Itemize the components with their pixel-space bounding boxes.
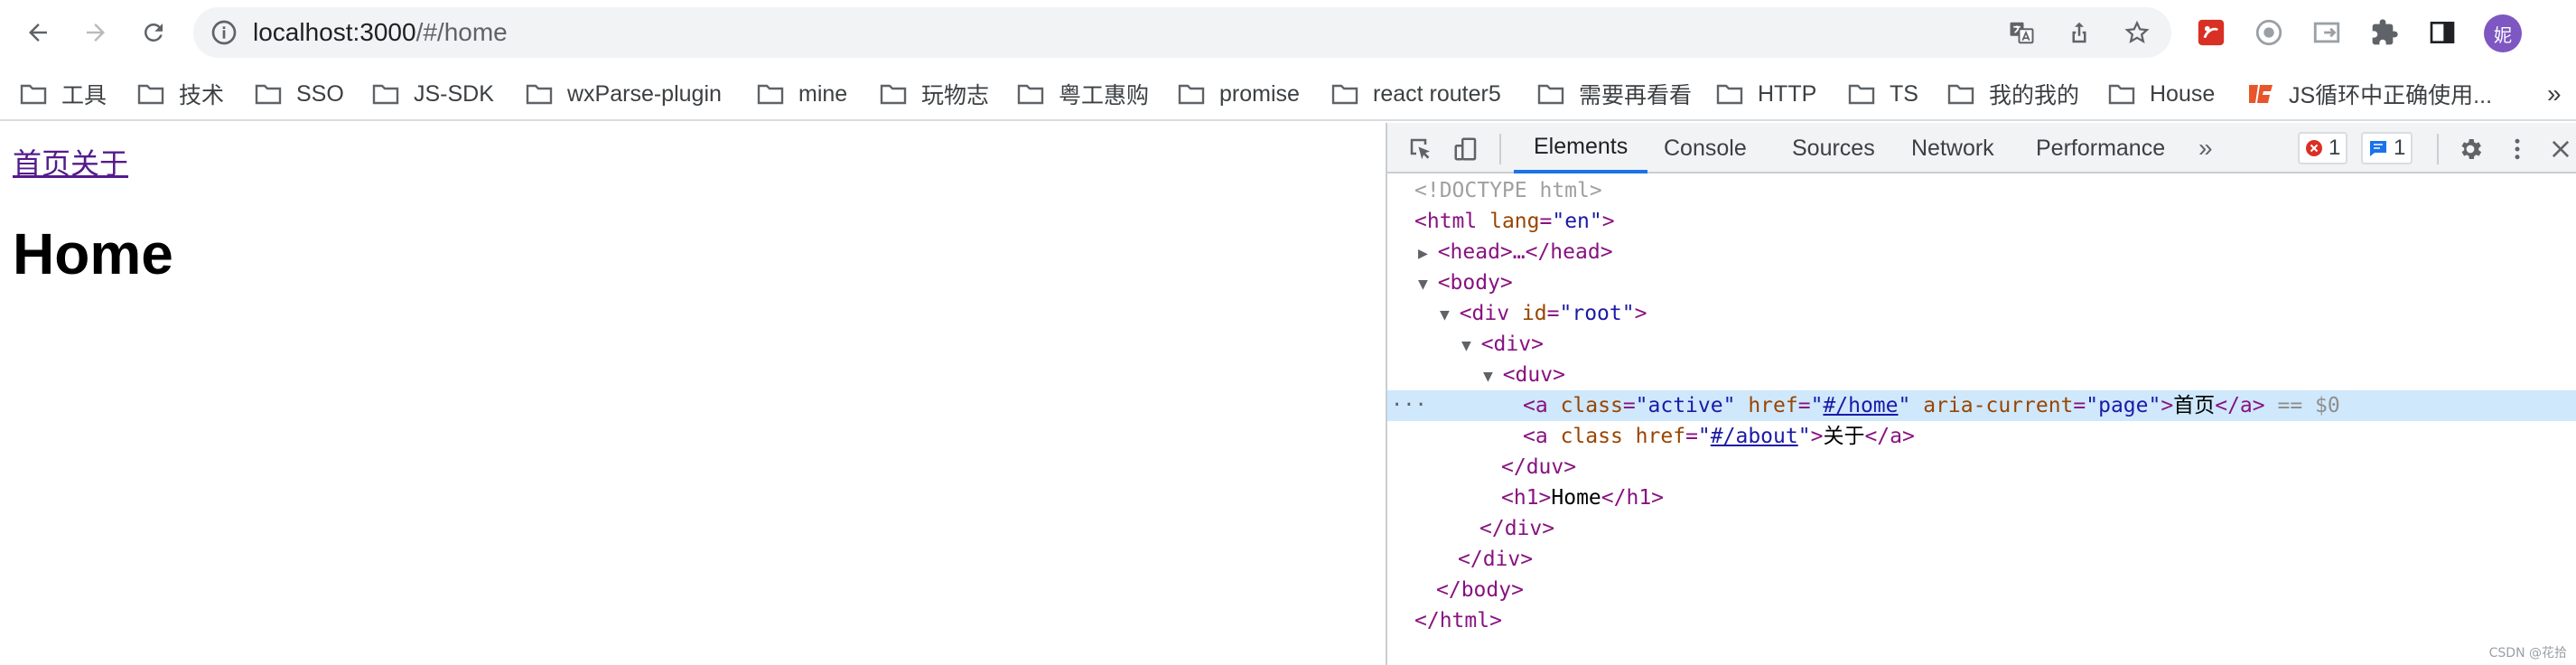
bookmark-folder[interactable]: 技术 [137, 76, 224, 112]
expand-arrow-icon: ▶ [1418, 244, 1438, 263]
bookmark-folder[interactable]: mine [757, 76, 847, 112]
more-tabs-button[interactable]: » [2198, 123, 2213, 173]
bookmark-folder[interactable]: 粤工惠购 [1017, 76, 1149, 112]
folder-icon [1947, 84, 1974, 105]
bookmarks-more-button[interactable]: » [2547, 76, 2562, 112]
tree-line-html[interactable]: <html lang="en"> [1387, 206, 2576, 237]
collapse-arrow-icon: ▼ [1483, 367, 1503, 386]
watermark: CSDN @花拾 [2488, 646, 2567, 660]
tree-line-selected-a[interactable]: ··· <a class="active" href="#/home" aria-… [1387, 390, 2576, 421]
device-toolbar-icon[interactable] [1451, 134, 1481, 164]
error-icon [2306, 140, 2322, 156]
inspect-element-icon[interactable] [1405, 134, 1436, 164]
folder-icon [757, 84, 784, 105]
tree-line-html-close[interactable]: </html> [1387, 605, 2576, 636]
tree-line-div-root-close[interactable]: </div> [1387, 544, 2576, 575]
close-icon[interactable] [2545, 134, 2576, 164]
tree-line-duv[interactable]: ▼ <duv> [1387, 360, 2576, 390]
tree-line-div-close[interactable]: </div> [1387, 513, 2576, 544]
reload-icon[interactable] [134, 13, 173, 52]
bookmark-folder[interactable]: 工具 [20, 76, 107, 112]
folder-icon [1178, 84, 1205, 105]
info-icon[interactable] [210, 18, 238, 52]
page-heading: Home [13, 221, 173, 286]
bookmark-folder[interactable]: 玩物志 [880, 76, 989, 112]
bookmark-folder[interactable]: 需要再看看 [1537, 76, 1692, 112]
extension-red-icon[interactable] [2191, 13, 2231, 52]
elements-tree: <!DOCTYPE html> <html lang="en"> ▶ <head… [1387, 173, 2576, 665]
address-bar[interactable]: localhost:3000/#/home [193, 7, 2171, 58]
toolbar-divider [2437, 134, 2439, 164]
about-link[interactable]: 关于 [70, 146, 128, 181]
extension-gray-icon[interactable] [2249, 13, 2289, 52]
bookmark-folder[interactable]: 我的我的 [1947, 76, 2079, 112]
bookmark-folder[interactable]: JS-SDK [372, 76, 494, 112]
more-options-icon[interactable] [2502, 134, 2533, 164]
translate-icon[interactable] [2005, 16, 2038, 49]
folder-icon [1017, 84, 1044, 105]
bookmark-link[interactable]: JS循环中正确使用... [2247, 76, 2492, 112]
tree-line-div-root[interactable]: ▼ <div id="root"> [1387, 298, 2576, 329]
home-link[interactable]: 首页 [13, 146, 70, 181]
tab-network[interactable]: Network [1911, 123, 1994, 173]
folder-icon [1848, 84, 1875, 105]
folder-icon [1716, 84, 1743, 105]
url-text[interactable]: localhost:3000/#/home [253, 18, 508, 47]
tree-line-h1[interactable]: <h1>Home</h1> [1387, 482, 2576, 513]
bookmark-folder[interactable]: TS [1848, 76, 1918, 112]
tree-line-head[interactable]: ▶ <head>…</head> [1387, 237, 2576, 267]
forward-icon[interactable] [76, 13, 116, 52]
tree-line-div[interactable]: ▼ <div> [1387, 329, 2576, 360]
tab-console[interactable]: Console [1664, 123, 1747, 173]
tab-elements[interactable]: Elements [1514, 123, 1648, 173]
page-content: 首页关于 Home [0, 123, 1386, 665]
bookmark-folder[interactable]: promise [1178, 76, 1300, 112]
folder-icon [880, 84, 907, 105]
collapse-arrow-icon: ▼ [1418, 275, 1438, 294]
back-icon[interactable] [18, 13, 58, 52]
profile-avatar[interactable]: 妮 [2484, 14, 2522, 52]
puzzle-icon[interactable] [2365, 13, 2404, 52]
devtools-panel: Elements Console Sources Network Perform… [1386, 123, 2576, 665]
tree-line-a-about[interactable]: <a class href="#/about">关于</a> [1387, 421, 2576, 452]
message-icon [2370, 141, 2386, 156]
bookmark-folder[interactable]: HTTP [1716, 76, 1816, 112]
bookmark-folder[interactable]: SSO [255, 76, 344, 112]
bookmark-folder[interactable]: wxParse-plugin [526, 76, 722, 112]
js-logo-icon [2249, 85, 2273, 103]
bookmarks-bar: 工具 技术 SSO JS-SDK wxParse-plugin mine 玩物志… [0, 69, 2576, 121]
settings-gear-icon[interactable] [2455, 134, 2486, 164]
collapse-arrow-icon: ▼ [1440, 305, 1460, 324]
share-icon[interactable] [2063, 16, 2095, 49]
folder-icon [372, 84, 399, 105]
tree-line-doctype[interactable]: <!DOCTYPE html> [1387, 175, 2576, 206]
tree-line-body-close[interactable]: </body> [1387, 575, 2576, 605]
tab-performance[interactable]: Performance [2036, 123, 2165, 173]
bookmark-folder[interactable]: House [2108, 76, 2215, 112]
tab-sources[interactable]: Sources [1792, 123, 1875, 173]
folder-icon [20, 84, 47, 105]
collapse-arrow-icon: ▼ [1461, 336, 1481, 355]
folder-icon [255, 84, 282, 105]
folder-icon [137, 84, 164, 105]
folder-icon [1331, 84, 1358, 105]
nav-links: 首页关于 [13, 141, 128, 183]
tree-line-body[interactable]: ▼ <body> [1387, 267, 2576, 298]
tree-line-duv-close[interactable]: </duv> [1387, 452, 2576, 482]
star-icon[interactable] [2121, 16, 2153, 49]
sidebar-icon[interactable] [2422, 13, 2462, 52]
bookmark-folder[interactable]: react router5 [1331, 76, 1501, 112]
browser-toolbar: localhost:3000/#/home 妮 [0, 0, 2576, 67]
folder-icon [1537, 84, 1564, 105]
message-count-badge[interactable]: 1 [2361, 132, 2413, 164]
toolbar-divider [1499, 134, 1501, 164]
more-dots-icon: ··· [1391, 394, 1427, 417]
extension-box-icon[interactable] [2307, 13, 2347, 52]
folder-icon [2108, 84, 2135, 105]
devtools-tabbar: Elements Console Sources Network Perform… [1387, 123, 2576, 173]
error-count-badge[interactable]: 1 [2298, 132, 2348, 164]
folder-icon [526, 84, 553, 105]
